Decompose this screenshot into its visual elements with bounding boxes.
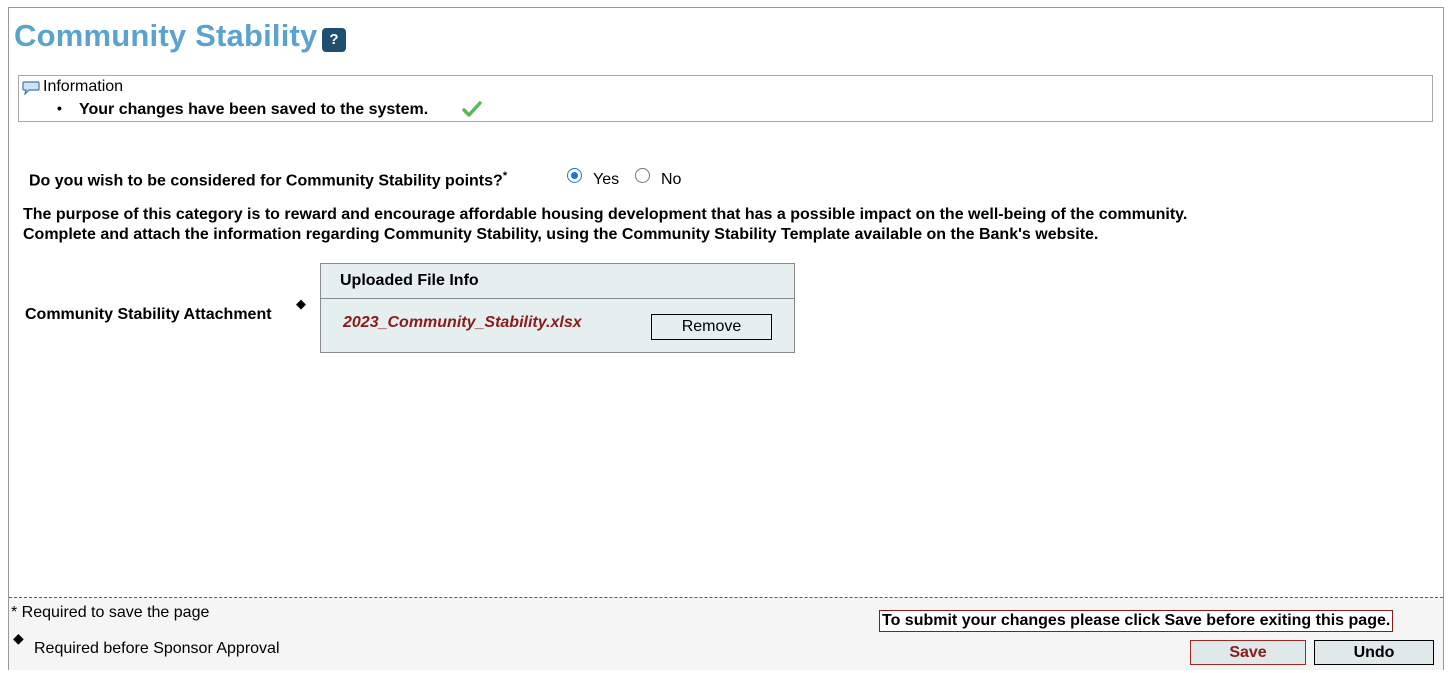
save-button[interactable]: Save [1190,640,1306,665]
uploaded-file-header: Uploaded File Info [321,264,794,299]
attachment-label: Community Stability Attachment [25,306,272,323]
information-title: Information [43,78,124,95]
saved-message: Your changes have been saved to the syst… [79,101,429,118]
uploaded-file-link[interactable]: 2023_Community_Stability.xlsx [343,314,582,332]
description-line-2: Complete and attach the information rega… [23,226,1099,243]
radio-no-label[interactable]: No [661,171,681,189]
submit-reminder: To submit your changes please click Save… [879,610,1394,632]
remove-button[interactable]: Remove [651,314,772,340]
radio-yes-label[interactable]: Yes [593,171,619,189]
diamond-required-marker: ◆ [13,630,24,646]
page-title: Community Stability [14,18,318,53]
uploaded-file-header-text: Uploaded File Info [340,272,479,289]
diamond-required-marker: ◆ [296,296,306,311]
required-sponsor-note: Required before Sponsor Approval [34,640,280,657]
uploaded-file-panel: Uploaded File Info 2023_Community_Stabil… [320,263,795,353]
question-text: Do you wish to be considered for Communi… [29,172,503,190]
speech-bubble-icon [22,81,40,95]
bullet: • [57,100,62,116]
footer: * Required to save the page ◆ Required b… [9,597,1443,670]
radio-no[interactable] [635,168,650,183]
checkmark-icon [462,101,482,117]
required-save-note: * Required to save the page [11,604,210,621]
radio-yes[interactable] [567,168,582,183]
question-mark-icon[interactable]: ? [322,28,346,52]
description-line-1: The purpose of this category is to rewar… [23,206,1188,223]
information-panel: Information • Your changes have been sav… [18,75,1433,122]
points-question: Do you wish to be considered for Communi… [29,170,507,190]
undo-button[interactable]: Undo [1314,640,1434,665]
required-marker: * [502,170,508,182]
